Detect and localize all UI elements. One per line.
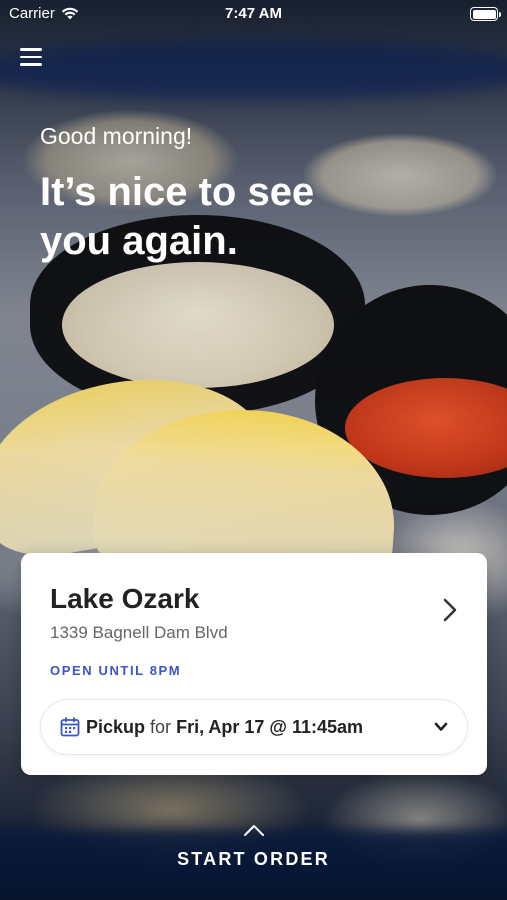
chevron-down-icon[interactable] xyxy=(433,719,449,735)
location-card[interactable]: Lake Ozark 1339 Bagnell Dam Blvd OPEN UN… xyxy=(21,553,487,775)
order-connector: for xyxy=(150,716,172,737)
order-mode: Pickup xyxy=(86,716,146,737)
clock: 7:47 AM xyxy=(225,5,282,22)
location-name: Lake Ozark xyxy=(50,583,200,614)
greeting-headline: It’s nice to see you again. xyxy=(40,170,315,263)
chevron-up-icon[interactable] xyxy=(243,823,265,837)
greeting-salutation: Good morning! xyxy=(40,123,193,149)
calendar-icon xyxy=(60,717,80,737)
battery-icon xyxy=(470,7,501,21)
start-order-button[interactable]: START ORDER xyxy=(0,849,507,870)
pickup-time-selector[interactable]: Pickup for Fri, Apr 17 @ 11:45am xyxy=(40,699,468,755)
chevron-right-icon[interactable] xyxy=(439,597,461,623)
status-bar: Carrier 7:47 AM xyxy=(0,0,507,28)
order-datetime: Fri, Apr 17 @ 11:45am xyxy=(176,716,364,737)
hours-status: OPEN UNTIL 8PM xyxy=(50,663,182,678)
location-address: 1339 Bagnell Dam Blvd xyxy=(50,623,228,642)
hamburger-menu-icon[interactable] xyxy=(20,48,42,68)
pickup-summary: Pickup for Fri, Apr 17 @ 11:45am xyxy=(86,717,363,738)
